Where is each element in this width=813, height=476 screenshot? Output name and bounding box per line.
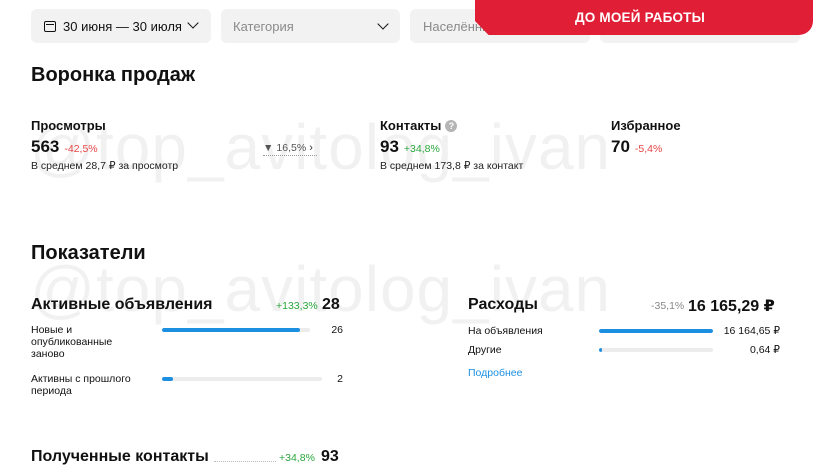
active-prev-value: 2 [337, 373, 343, 385]
expenses-other-bar [599, 348, 713, 352]
date-range-select[interactable]: 30 июня — 30 июля [31, 9, 211, 43]
conversion-divider [263, 155, 317, 156]
before-banner: ДО МОЕЙ РАБОТЫ [475, 0, 813, 35]
views-label: Просмотры [31, 118, 106, 133]
help-icon[interactable]: ? [445, 119, 458, 132]
active-listings-delta: +133,3% [276, 300, 318, 312]
chevron-right-icon: › [309, 142, 313, 154]
expenses-other-label: Другие [468, 344, 502, 356]
conversion-value: 16,5% [276, 142, 307, 154]
contacts-delta: +34,8% [403, 143, 440, 155]
indicators-title: Показатели [31, 242, 146, 264]
conversion-link[interactable]: ▼ 16,5% › [263, 142, 313, 154]
funnel-icon: ▼ [263, 142, 274, 154]
expenses-other-value: 0,64 ₽ [749, 344, 780, 356]
views-metric: Просмотры 563 -42,5% В среднем 28,7 ₽ за… [31, 118, 178, 172]
favorites-metric: Избранное 70 -5,4% [611, 118, 681, 157]
active-prev-bar [162, 377, 322, 381]
calendar-icon [44, 20, 56, 32]
active-prev-fill [162, 377, 174, 381]
chevron-down-icon [187, 17, 199, 29]
favorites-label: Избранное [611, 118, 681, 133]
active-listings-title: Активные объявления [31, 296, 213, 313]
expenses-ads-bar [599, 329, 713, 333]
active-listings-total: 28 [322, 296, 340, 313]
category-select[interactable]: Категория [221, 9, 400, 43]
dotted-leader [214, 461, 276, 462]
funnel-title: Воронка продаж [31, 64, 196, 86]
expenses-title: Расходы [468, 296, 538, 313]
received-contacts-total: 93 [321, 448, 339, 465]
contacts-label: Контакты [380, 118, 442, 133]
views-average: В среднем 28,7 ₽ за просмотр [31, 160, 179, 172]
expenses-delta: -35,1% [651, 300, 685, 312]
active-new-fill [162, 328, 300, 332]
expenses-other-fill [599, 348, 602, 352]
active-prev-label: Активны с прошлого периода [31, 373, 131, 397]
expenses-ads-value: 16 164,65 ₽ [723, 325, 780, 337]
views-delta: -42,5% [64, 143, 98, 155]
contacts-value: 93 [380, 137, 399, 156]
expenses-ads-label: На объявления [468, 325, 543, 337]
received-contacts-title: Полученные контакты [31, 448, 209, 465]
category-placeholder: Категория [233, 18, 294, 34]
contacts-average: В среднем 173,8 ₽ за контакт [380, 160, 524, 172]
active-new-value: 26 [331, 324, 343, 336]
date-range-value: 30 июня — 30 июля [63, 18, 182, 34]
active-new-label: Новые и опубликованные заново [31, 324, 113, 360]
expenses-ads-fill [599, 329, 713, 333]
favorites-delta: -5,4% [634, 143, 663, 155]
expenses-details-link[interactable]: Подробнее [468, 367, 522, 379]
active-new-bar [162, 328, 310, 332]
favorites-value: 70 [611, 137, 630, 156]
received-contacts-delta: +34,8% [279, 452, 315, 464]
expenses-total: 16 165,29 ₽ [688, 298, 775, 315]
views-value: 563 [31, 137, 60, 156]
contacts-metric: Контакты ? 93 +34,8% В среднем 173,8 ₽ з… [380, 118, 523, 172]
chevron-down-icon [377, 18, 389, 30]
